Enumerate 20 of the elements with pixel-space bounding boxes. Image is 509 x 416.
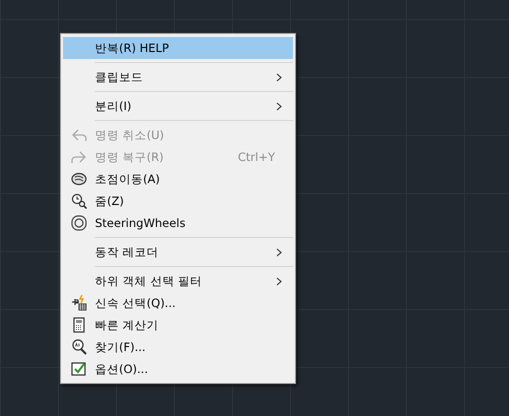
find-magnifier-icon bbox=[71, 339, 87, 355]
steering-wheel-icon bbox=[71, 215, 87, 231]
zoom-icon bbox=[71, 193, 87, 209]
menu-item[interactable]: 빠른 계산기 bbox=[63, 314, 293, 336]
undo-arrow-icon bbox=[71, 127, 87, 143]
quick-select-icon bbox=[71, 295, 87, 311]
menu-item[interactable]: 초점이동(A) bbox=[63, 168, 293, 190]
calculator-icon bbox=[71, 317, 87, 333]
menu-item[interactable]: 클립보드 bbox=[63, 66, 293, 88]
redo-arrow-icon bbox=[71, 149, 87, 165]
menu-item[interactable]: 반복(R) HELP bbox=[63, 37, 293, 59]
checkbox-check-icon bbox=[71, 361, 87, 377]
menu-item[interactable]: 하위 객체 선택 필터 bbox=[63, 270, 293, 292]
menu-item[interactable]: SteeringWheels bbox=[63, 212, 293, 234]
menu-item[interactable]: 줌(Z) bbox=[63, 190, 293, 212]
menu-item[interactable]: 분리(I) bbox=[63, 95, 293, 117]
menu-item[interactable]: 찾기(F)... bbox=[63, 336, 293, 358]
menu-item[interactable]: 신속 선택(Q)... bbox=[63, 292, 293, 314]
menu-item[interactable]: 동작 레코더 bbox=[63, 241, 293, 263]
menu-item[interactable]: 옵션(O)... bbox=[63, 358, 293, 380]
